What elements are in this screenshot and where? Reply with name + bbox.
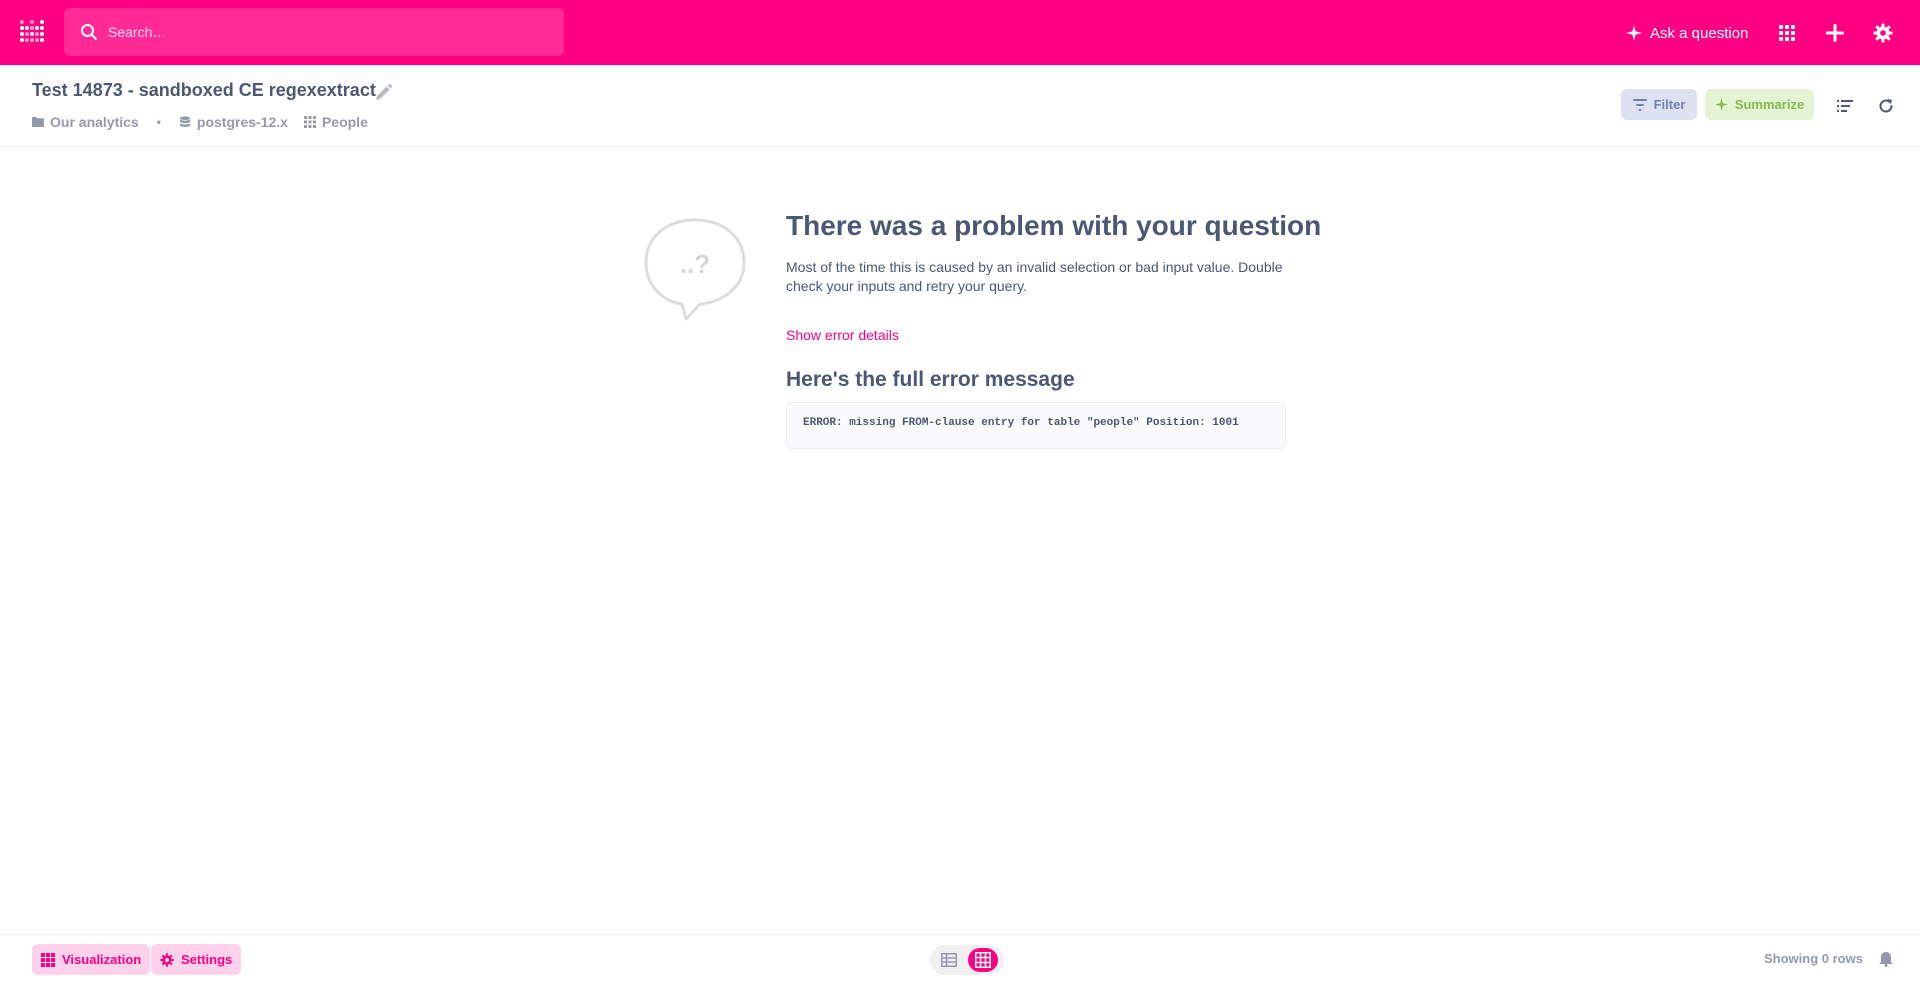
notebook-list-icon[interactable] [1836, 97, 1854, 115]
question-header: Test 14873 - sandboxed CE regexextract O… [0, 65, 1920, 147]
row-count: Showing 0 rows [1764, 951, 1863, 966]
settings-label: Settings [181, 952, 233, 967]
question-title[interactable]: Test 14873 - sandboxed CE regexextract [32, 80, 376, 101]
grid-icon [975, 952, 991, 968]
plus-icon[interactable] [1823, 21, 1847, 45]
bell-icon[interactable] [1878, 951, 1894, 968]
summarize-button[interactable]: Summarize [1705, 89, 1814, 120]
breadcrumb-collection[interactable]: Our analytics [32, 114, 139, 130]
gear-icon[interactable] [1871, 21, 1895, 45]
sparkle-icon [1714, 98, 1728, 111]
breadcrumb-database[interactable]: postgres-12.x [179, 114, 288, 130]
pencil-icon[interactable] [373, 83, 393, 103]
search-bar[interactable] [64, 8, 564, 56]
ask-a-question-label: Ask a question [1650, 24, 1749, 42]
summarize-label: Summarize [1734, 97, 1805, 112]
show-error-details-link[interactable]: Show error details [786, 327, 899, 343]
breadcrumb-separator: • [156, 115, 161, 129]
grid-icon [41, 952, 55, 967]
error-description: Most of the time this is caused by an in… [786, 259, 1283, 294]
error-message-box: ERROR: missing FROM-clause entry for tab… [786, 402, 1286, 449]
database-icon [179, 116, 190, 128]
error-title: There was a problem with your question [786, 210, 1322, 241]
breadcrumb-table-label: People [321, 114, 368, 130]
folder-icon [32, 117, 44, 127]
filter-icon [1632, 98, 1647, 111]
visualization-label: Visualization [62, 952, 142, 967]
grid-apps-icon[interactable] [1775, 21, 1799, 45]
visualization-view-toggle[interactable] [968, 948, 998, 972]
full-error-heading: Here's the full error message [786, 368, 1075, 391]
settings-button[interactable]: Settings [151, 944, 242, 975]
visualization-button[interactable]: Visualization [32, 944, 151, 975]
search-input[interactable] [108, 17, 538, 47]
gear-icon [160, 952, 174, 967]
breadcrumb: Our analytics • postgres-12.x People [32, 113, 368, 131]
bubble-text: ..? [680, 249, 710, 279]
table-view-toggle[interactable] [934, 948, 964, 972]
breadcrumb-table[interactable]: People [303, 114, 368, 130]
table-icon [941, 953, 957, 967]
view-footer: Visualization Settings Showing 0 rows [0, 934, 1920, 982]
breadcrumb-database-label: postgres-12.x [196, 114, 288, 130]
breadcrumb-collection-label: Our analytics [50, 114, 139, 130]
ask-a-question-button[interactable]: Ask a question [1626, 20, 1748, 46]
refresh-icon[interactable] [1877, 97, 1895, 115]
view-toggle [930, 945, 1004, 975]
sparkle-icon [1626, 25, 1642, 41]
search-icon [81, 24, 97, 40]
filter-button[interactable]: Filter [1621, 89, 1697, 120]
filter-label: Filter [1653, 97, 1686, 112]
top-navigation-bar: Ask a question [0, 0, 1920, 65]
table-grid-icon [303, 116, 316, 128]
error-speech-bubble-icon: ..? [642, 216, 748, 322]
metabase-logo-icon[interactable] [18, 18, 46, 46]
